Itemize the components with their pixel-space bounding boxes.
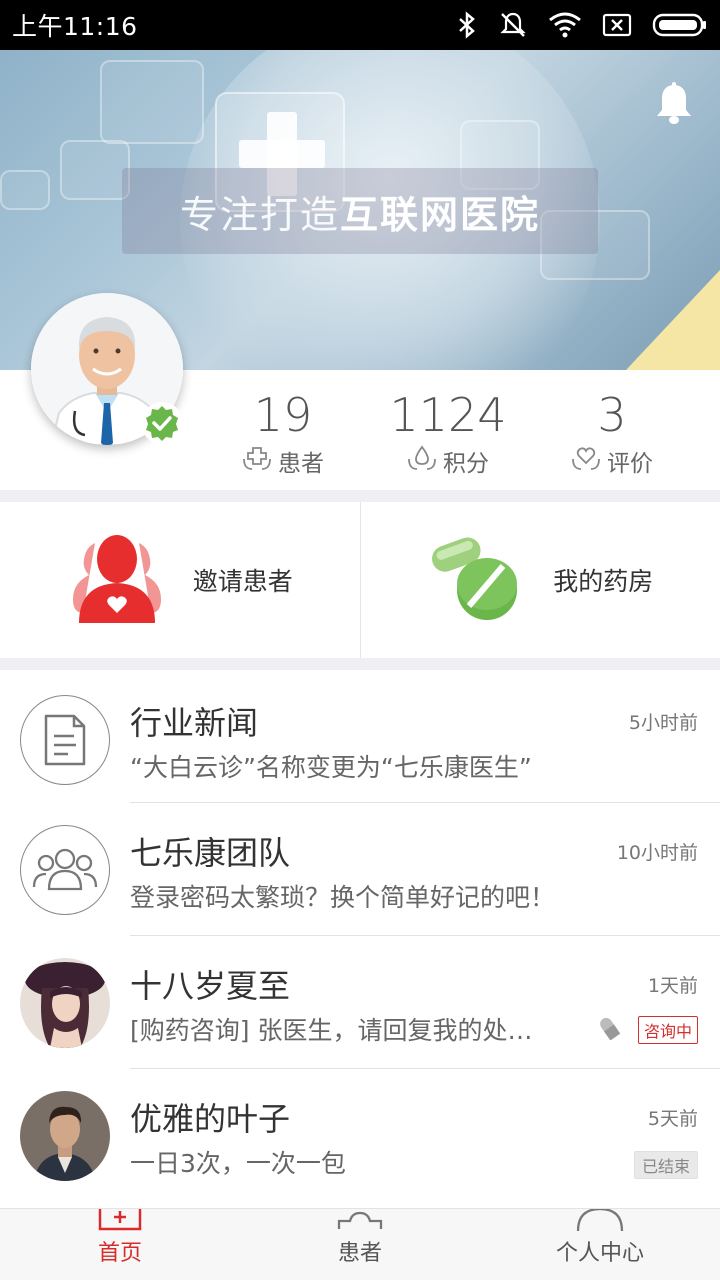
contact-name: 七乐康团队 [130, 834, 291, 872]
my-pharmacy-label: 我的药房 [553, 567, 654, 596]
profile-icon [574, 1209, 626, 1235]
message-preview: 一日3次，一次一包 [130, 1149, 346, 1178]
list-item[interactable]: 优雅的叶子 5天前 一日3次，一次一包 已结束 [0, 1069, 720, 1202]
vibrate-off-icon [498, 10, 528, 40]
wifi-icon [548, 12, 582, 38]
bottom-nav: 首页 患者 个人中心 [0, 1208, 720, 1280]
list-item[interactable]: 十八岁夏至 1天前 [购药咨询] 张医生，请回复我的处… 咨询中 [0, 936, 720, 1069]
stat-value: 3 [597, 388, 627, 442]
sim-x-icon [602, 13, 632, 37]
avatar [20, 958, 110, 1048]
list-item[interactable]: 七乐康团队 10小时前 登录密码太繁琐？换个简单好记的吧！ [0, 803, 720, 936]
list-item[interactable]: 行业新闻 5小时前 “大白云诊”名称变更为“七乐康医生” [0, 670, 720, 803]
status-badge: 咨询中 [637, 1016, 698, 1044]
news-doc-icon [20, 695, 110, 785]
stat-label: 积分 [443, 451, 489, 477]
contact-name: 行业新闻 [130, 704, 259, 742]
message-time: 5天前 [647, 1108, 698, 1130]
banner-slogan: 专注打造互联网医院 [0, 184, 720, 239]
status-bar: 上午11:16 [0, 0, 720, 50]
stat-label: 评价 [607, 451, 653, 477]
tab-profile[interactable]: 个人中心 [480, 1209, 720, 1280]
bluetooth-icon [456, 11, 478, 39]
drop-hands-icon [407, 445, 437, 477]
tab-patients[interactable]: 患者 [240, 1209, 480, 1280]
contact-name: 十八岁夏至 [130, 967, 291, 1005]
stat-value: 1124 [389, 388, 507, 442]
check-badge-icon [141, 402, 183, 444]
tab-home[interactable]: 首页 [0, 1209, 240, 1280]
my-pharmacy-button[interactable]: 我的药房 [359, 502, 720, 658]
tab-label: 患者 [337, 1241, 382, 1266]
message-time: 5小时前 [628, 712, 698, 734]
message-preview: 登录密码太繁琐？换个简单好记的吧！ [130, 883, 556, 912]
invite-patient-icon [67, 529, 167, 631]
battery-icon [652, 12, 708, 38]
tab-label: 首页 [97, 1241, 142, 1266]
status-icons [456, 10, 708, 40]
message-list: 行业新闻 5小时前 “大白云诊”名称变更为“七乐康医生” 七乐康团队 10小时前… [0, 670, 720, 1202]
status-badge: 已结束 [633, 1151, 698, 1179]
patients-icon [336, 1209, 384, 1235]
message-preview: “大白云诊”名称变更为“七乐康医生” [130, 753, 532, 782]
pharmacy-pills-icon [427, 528, 527, 632]
stat-patients[interactable]: 19 患者 [203, 370, 363, 478]
cross-hands-icon [242, 445, 272, 477]
invite-patient-label: 邀请患者 [192, 567, 293, 596]
home-icon [98, 1209, 142, 1235]
pill-icon [598, 1016, 621, 1044]
stat-reviews[interactable]: 3 评价 [532, 370, 692, 478]
heart-hands-icon [571, 445, 601, 477]
slogan-bold: 互联网医院 [340, 193, 541, 237]
invite-patient-button[interactable]: 邀请患者 [0, 502, 360, 658]
message-preview: [购药咨询] 张医生，请回复我的处… [130, 1016, 533, 1045]
banner-corner [626, 270, 720, 370]
stat-points[interactable]: 1124 积分 [368, 370, 528, 478]
message-time: 10小时前 [616, 842, 698, 864]
slogan-light: 专注打造 [179, 193, 340, 237]
avatar [20, 1091, 110, 1181]
contact-name: 优雅的叶子 [130, 1100, 291, 1138]
quick-actions: 邀请患者 我的药房 [0, 502, 720, 658]
tab-label: 个人中心 [555, 1241, 644, 1266]
team-icon [20, 825, 110, 915]
stat-value: 19 [253, 388, 313, 442]
message-time: 1天前 [647, 975, 698, 997]
bell-icon[interactable] [654, 82, 694, 126]
status-time: 上午11:16 [12, 12, 138, 41]
stat-label: 患者 [278, 451, 324, 477]
